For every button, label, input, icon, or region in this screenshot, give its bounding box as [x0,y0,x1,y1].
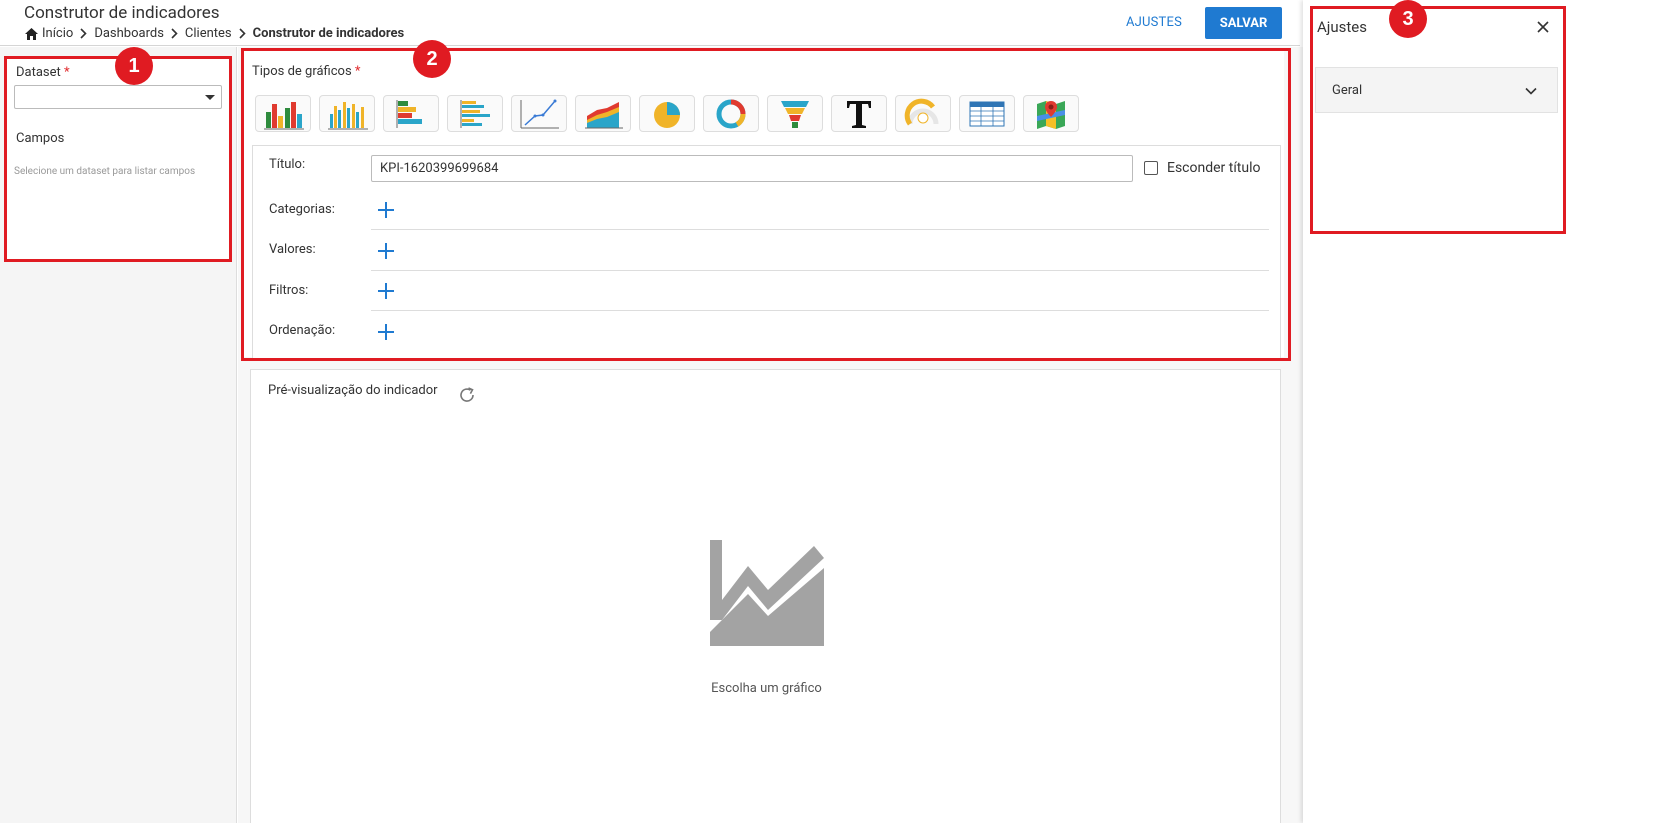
chart-types-card: Tipos de gráficos * Título: KPI-16203996… [242,51,1284,359]
title-input[interactable] [371,155,1133,182]
close-icon[interactable] [1535,19,1551,35]
breadcrumb-home[interactable]: Início [25,26,73,41]
chart-type-gauge[interactable] [895,95,951,132]
donut-chart-icon [716,99,746,128]
home-icon [25,27,38,40]
chevron-right-icon [80,28,87,39]
filters-label: Filtros: [269,283,309,298]
dataset-label-text: Dataset [16,65,61,80]
chart-type-stacked-horizontal-bar[interactable] [447,95,503,132]
row-divider [371,229,1269,230]
chart-type-bar[interactable] [255,95,311,132]
chart-type-table[interactable] [959,95,1015,132]
table-icon [969,101,1005,126]
chart-type-map[interactable] [1023,95,1079,132]
funnel-chart-icon [781,100,809,128]
area-chart-placeholder-icon [710,540,824,646]
header: Construtor de indicadores Início Dashboa… [0,0,1300,46]
chart-type-funnel[interactable] [767,95,823,132]
preview-label: Pré-visualização do indicador [268,383,438,398]
breadcrumb-item-inicio[interactable]: Início [42,26,73,41]
dataset-section: Dataset * Campos Selecione um dataset pa… [6,57,229,260]
add-category-plus-icon[interactable] [376,200,396,220]
chart-types-label-text: Tipos de gráficos [252,64,352,79]
center-panel: Tipos de gráficos * Título: KPI-16203996… [238,47,1303,823]
required-marker: * [354,64,361,79]
required-marker: * [64,65,70,80]
values-label: Valores: [269,242,316,257]
preview-card: Pré-visualização do indicador Escolha um… [250,369,1281,823]
stacked-horizontal-bar-chart-icon [460,99,490,128]
dataset-label: Dataset * [16,65,70,80]
add-order-plus-icon[interactable] [376,322,396,342]
settings-panel-title: Ajustes [1317,18,1367,36]
dataset-select[interactable] [14,85,222,109]
chevron-down-icon [1525,87,1537,95]
chart-type-text[interactable] [831,95,887,132]
chart-type-horizontal-bar[interactable] [383,95,439,132]
accordion-geral[interactable]: Geral [1315,67,1558,113]
line-chart-icon [520,99,559,128]
breadcrumb: Início Dashboards Clientes Construtor de… [25,26,404,41]
annotation-badge-3: 3 [1389,0,1427,38]
chart-type-line[interactable] [511,95,567,132]
chart-type-area[interactable] [575,95,631,132]
page: Construtor de indicadores Início Dashboa… [0,0,1663,823]
indicator-form: Título: Esconder título Categorias: Valo… [252,145,1281,359]
annotation-badge-2: 2 [413,40,451,78]
caret-down-icon [205,95,215,100]
chart-type-stacked-bar[interactable] [319,95,375,132]
hide-title-checkbox[interactable]: Esconder título [1144,160,1261,176]
chart-type-donut[interactable] [703,95,759,132]
horizontal-bar-chart-icon [396,99,422,128]
categories-label: Categorias: [269,202,335,217]
breadcrumb-item-dashboards[interactable]: Dashboards [94,26,164,41]
stacked-bar-chart-icon [328,101,368,129]
chevron-right-icon [171,28,178,39]
page-title: Construtor de indicadores [24,3,220,23]
bar-chart-icon [264,101,304,129]
annotation-badge-1: 1 [115,47,153,85]
chevron-right-icon [239,28,246,39]
accordion-label: Geral [1332,83,1363,98]
campos-label: Campos [16,131,65,146]
checkbox-icon[interactable] [1144,161,1158,175]
title-label: Título: [269,157,306,172]
chart-type-pie[interactable] [639,95,695,132]
map-icon [1037,100,1065,129]
settings-panel: Ajustes Geral [1303,0,1663,823]
refresh-icon[interactable] [457,385,477,405]
breadcrumb-item-current: Construtor de indicadores [252,26,405,41]
order-label: Ordenação: [269,323,336,338]
chart-types-list [255,95,1079,132]
text-icon [847,100,871,128]
gauge-chart-icon [904,98,939,125]
salvar-button[interactable]: SALVAR [1205,7,1282,39]
add-filter-plus-icon[interactable] [376,281,396,301]
chart-types-label: Tipos de gráficos * [252,64,361,79]
preview-placeholder-text: Escolha um gráfico [711,681,822,696]
campos-hint: Selecione um dataset para listar campos [14,166,196,177]
pie-chart-icon [654,101,680,128]
row-divider [371,310,1269,311]
left-panel: Dataset * Campos Selecione um dataset pa… [0,47,237,823]
breadcrumb-item-clientes[interactable]: Clientes [185,26,232,41]
add-value-plus-icon[interactable] [376,241,396,261]
hide-title-label: Esconder título [1167,160,1261,176]
area-chart-icon [585,101,623,128]
row-divider [371,270,1269,271]
ajustes-button[interactable]: AJUSTES [1116,7,1192,37]
